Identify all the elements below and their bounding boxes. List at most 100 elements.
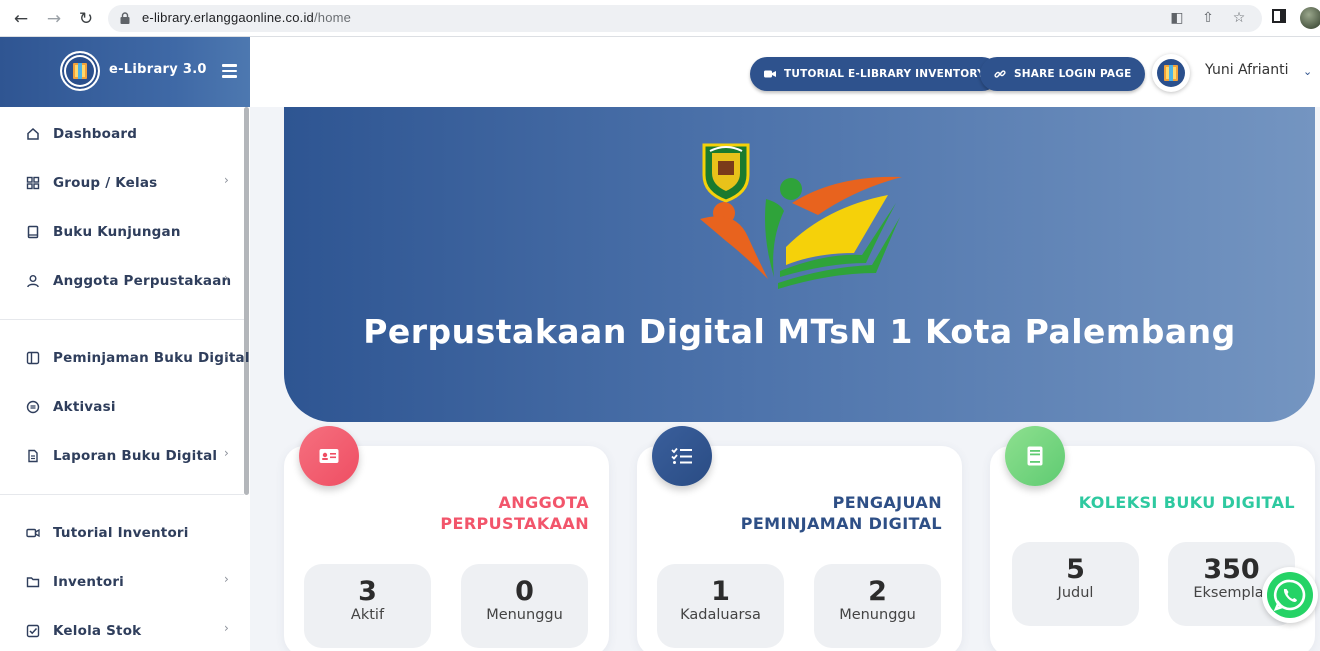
stat-value: 0 xyxy=(515,576,534,607)
brand-title: e-Library 3.0 xyxy=(109,62,207,77)
sidebar-item-label: Laporan Buku Digital xyxy=(53,448,218,464)
chevron-down-icon[interactable]: ⌄ xyxy=(1303,65,1312,78)
stat-label: Menunggu xyxy=(486,607,563,623)
grid-icon xyxy=(26,176,40,190)
sidebar-item-laporan-buku-digital[interactable]: Laporan Buku Digital › xyxy=(0,436,244,476)
hero-banner: Perpustakaan Digital MTsN 1 Kota Palemba… xyxy=(284,107,1315,422)
sidebar-item-inventori[interactable]: Inventori › xyxy=(0,562,244,602)
sidebar-item-label: Group / Kelas xyxy=(53,175,158,191)
sidebar-divider xyxy=(0,494,244,495)
checkbox-icon xyxy=(26,624,40,638)
brand-area: e-Library 3.0 xyxy=(0,37,250,107)
card-title-line: KOLEKSI BUKU DIGITAL xyxy=(1078,493,1295,512)
stat-label: Aktif xyxy=(350,607,385,623)
chevron-right-icon: › xyxy=(224,348,229,362)
stat-kadaluarsa[interactable]: 1 Kadaluarsa xyxy=(657,564,784,648)
sidebar-item-label: Kelola Stok xyxy=(53,623,142,639)
share-button-label: SHARE LOGIN PAGE xyxy=(1014,68,1132,80)
app-header: e-Library 3.0 TUTORIAL E-LIBRARY INVENTO… xyxy=(0,37,1320,107)
sidebar-item-label: Dashboard xyxy=(53,126,138,142)
sidebar-item-group-kelas[interactable]: Group / Kelas › xyxy=(0,163,244,203)
card-title-line: ANGGOTA xyxy=(498,493,589,512)
sidebar-item-dashboard[interactable]: Dashboard xyxy=(0,114,244,154)
stat-value: 1 xyxy=(711,576,730,607)
chevron-right-icon: › xyxy=(224,621,229,635)
tutorial-inventory-button[interactable]: TUTORIAL E-LIBRARY INVENTORY xyxy=(750,57,999,91)
document-icon xyxy=(28,449,38,463)
sidebar-item-anggota-perpustakaan[interactable]: Anggota Perpustakaan › xyxy=(0,261,244,301)
sidebar-item-label: Buku Kunjungan xyxy=(53,224,181,240)
url-text: e-library.erlanggaonline.co.id/home xyxy=(142,10,351,25)
koleksi-buku-digital-card: KOLEKSI BUKU DIGITAL 5 Judul 350 Eksempl… xyxy=(990,426,1315,651)
url-domain: e-library.erlanggaonline.co.id xyxy=(142,10,314,25)
stat-value: 2 xyxy=(868,576,887,607)
checklist-icon xyxy=(652,426,712,486)
stat-label: Menunggu xyxy=(839,607,916,623)
browser-profile-avatar[interactable] xyxy=(1300,7,1320,29)
stat-value: 3 xyxy=(358,576,377,607)
stat-judul[interactable]: 5 Judul xyxy=(1012,542,1139,626)
sidebar-item-peminjaman-buku-digital[interactable]: Peminjaman Buku Digital › xyxy=(0,338,249,378)
stat-aktif[interactable]: 3 Aktif xyxy=(304,564,431,648)
user-icon xyxy=(27,275,39,288)
video-camera-icon xyxy=(764,70,776,78)
id-card-icon xyxy=(299,426,359,486)
back-icon[interactable]: ← xyxy=(11,9,31,29)
hamburger-menu-icon[interactable] xyxy=(222,64,237,78)
url-path: /home xyxy=(313,10,352,25)
stat-label: Judul xyxy=(1057,585,1094,601)
address-bar[interactable]: e-library.erlanggaonline.co.id/home xyxy=(108,5,1262,32)
link-icon xyxy=(994,70,1006,78)
card-title-line: PEMINJAMAN DIGITAL xyxy=(740,514,942,533)
stat-menunggu[interactable]: 2 Menunggu xyxy=(814,564,941,648)
whatsapp-button[interactable] xyxy=(1262,567,1318,623)
sidebar-item-label: Tutorial Inventori xyxy=(53,525,189,541)
sidebar-item-buku-kunjungan[interactable]: Buku Kunjungan xyxy=(0,212,244,252)
sidebar-item-label: Inventori xyxy=(53,574,125,590)
chevron-right-icon: › xyxy=(224,173,229,187)
card-title: ANGGOTA PERPUSTAKAAN xyxy=(440,492,589,534)
user-name[interactable]: Yuni Afrianti xyxy=(1205,62,1289,78)
sidebar: Dashboard Group / Kelas › Buku Kunjungan… xyxy=(0,107,250,651)
pengajuan-peminjaman-card: PENGAJUAN PEMINJAMAN DIGITAL 1 Kadaluars… xyxy=(637,426,962,651)
sidebar-panel-icon xyxy=(26,351,40,365)
reload-icon[interactable]: ↻ xyxy=(76,9,96,29)
school-logo xyxy=(700,143,902,289)
translate-icon[interactable]: ◧ xyxy=(1168,9,1186,27)
sidebar-item-label: Peminjaman Buku Digital xyxy=(53,350,250,366)
sidebar-item-aktivasi[interactable]: Aktivasi xyxy=(0,387,244,427)
hero-title: Perpustakaan Digital MTsN 1 Kota Palemba… xyxy=(363,312,1236,351)
user-avatar[interactable] xyxy=(1152,54,1190,92)
card-title: PENGAJUAN PEMINJAMAN DIGITAL xyxy=(741,492,942,534)
share-login-page-button[interactable]: SHARE LOGIN PAGE xyxy=(980,57,1146,91)
sidebar-item-label: Anggota Perpustakaan xyxy=(53,273,232,289)
stat-label: Kadaluarsa xyxy=(680,607,761,623)
share-icon[interactable]: ⇧ xyxy=(1199,9,1217,27)
forward-icon[interactable]: → xyxy=(44,9,64,29)
stat-value: 5 xyxy=(1066,554,1085,585)
stat-menunggu[interactable]: 0 Menunggu xyxy=(461,564,588,648)
video-icon xyxy=(26,528,40,538)
card-title-line: PERPUSTAKAAN xyxy=(440,514,589,533)
chevron-right-icon: › xyxy=(224,572,229,586)
brand-logo[interactable] xyxy=(60,51,100,91)
chevron-right-icon: › xyxy=(224,271,229,285)
bookmark-star-icon[interactable]: ☆ xyxy=(1230,9,1248,27)
sidebar-item-kelola-stok[interactable]: Kelola Stok › xyxy=(0,611,244,651)
sidebar-divider xyxy=(0,319,244,320)
card-title: KOLEKSI BUKU DIGITAL xyxy=(1079,492,1295,513)
side-panel-icon[interactable] xyxy=(1270,9,1288,27)
chevron-right-icon: › xyxy=(224,446,229,460)
card-title-line: PENGAJUAN xyxy=(832,493,942,512)
book-icon xyxy=(27,225,39,239)
sidebar-item-label: Aktivasi xyxy=(53,399,116,415)
sidebar-scrollbar[interactable] xyxy=(244,107,249,495)
lock-icon xyxy=(120,12,130,24)
folder-icon xyxy=(26,577,40,588)
tutorial-button-label: TUTORIAL E-LIBRARY INVENTORY xyxy=(784,68,985,80)
book-icon xyxy=(1005,426,1065,486)
sidebar-item-tutorial-inventori[interactable]: Tutorial Inventori xyxy=(0,513,244,553)
whatsapp-icon xyxy=(1267,572,1313,618)
home-icon xyxy=(27,127,39,140)
browser-toolbar: ← → ↻ e-library.erlanggaonline.co.id/hom… xyxy=(0,0,1320,37)
